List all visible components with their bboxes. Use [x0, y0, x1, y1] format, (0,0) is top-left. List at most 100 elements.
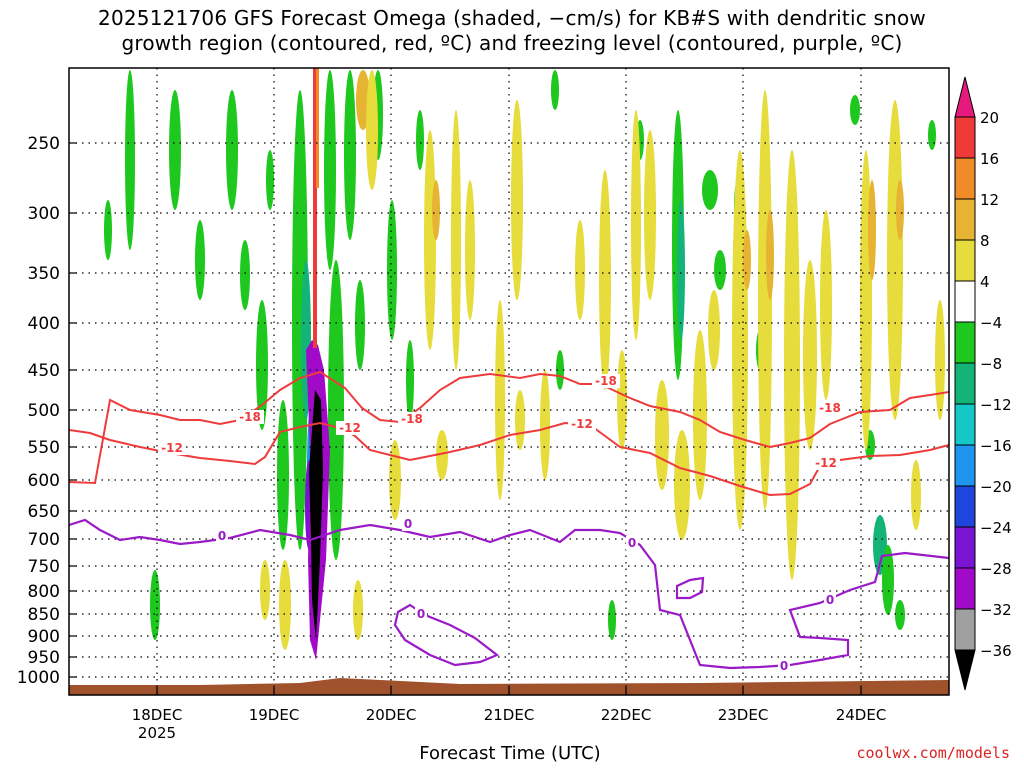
omega-blob-69 — [935, 300, 945, 420]
omega-time-height-chart: -18 -18 -18 -18 -12 -12 -12 -12 0 0 0 0 0 0 250 300 350… — [17, 67, 1012, 742]
contour-label-4: -12 — [161, 441, 183, 455]
omega-blob-72 — [260, 560, 270, 620]
colorbar-cell-4 — [954, 280, 976, 323]
omega-blob-19 — [387, 200, 397, 340]
x-tick-label-5: 23DEC — [718, 706, 769, 724]
colorbar-cell-2 — [954, 198, 976, 241]
x-tick-label-1: 19DEC — [249, 706, 300, 724]
omega-blob-0 — [125, 70, 135, 250]
y-tick-label-250: 250 — [28, 134, 60, 154]
x-tick-label-3: 21DEC — [484, 706, 535, 724]
freezing-contour-main — [69, 518, 949, 670]
omega-blob-67 — [896, 180, 904, 240]
colorbar-cell-10 — [954, 526, 976, 569]
contour-label-5: -12 — [339, 421, 361, 435]
colorbar-label-3: 8 — [980, 232, 990, 250]
omega-blob-33 — [850, 95, 860, 125]
colorbar-cell-12 — [954, 608, 976, 651]
omega-blob-22 — [551, 70, 559, 110]
colorbar-label-5: −4 — [980, 314, 1002, 332]
colorbar-label-12: −32 — [980, 601, 1012, 619]
omega-blob-61 — [784, 150, 800, 580]
contour-label-0: -18 — [239, 410, 261, 424]
omega-blob-40 — [366, 70, 378, 190]
colorbar-label-4: 4 — [980, 273, 990, 291]
colorbar-cell-1 — [954, 157, 976, 200]
omega-blob-63 — [820, 210, 832, 400]
grid-layer — [69, 68, 949, 695]
omega-blob-37 — [895, 600, 905, 630]
y-tick-label-400: 400 — [28, 314, 60, 334]
x-tick-label-2: 20DEC — [366, 706, 417, 724]
contour-label-11: 0 — [417, 607, 425, 621]
omega-blob-48 — [575, 220, 585, 320]
colorbar-label-1: 16 — [980, 150, 999, 168]
colorbar-label-13: −36 — [980, 642, 1012, 660]
contour-label-12: 0 — [780, 659, 788, 673]
omega-blob-3 — [169, 90, 181, 210]
omega-blob-62 — [803, 260, 817, 450]
colorbar-cell-11 — [954, 567, 976, 610]
contour-label-3: -18 — [819, 401, 841, 415]
colorbar-cell-5 — [954, 321, 976, 364]
omega-blob-47 — [540, 370, 550, 480]
omega-blob-1 — [104, 200, 112, 260]
colorbar-label-0: 20 — [980, 109, 999, 127]
y-tick-label-550: 550 — [28, 438, 60, 458]
colorbar-label-11: −28 — [980, 560, 1012, 578]
colorbar-label-2: 12 — [980, 191, 999, 209]
omega-blob-74 — [353, 580, 363, 640]
colorbar-top-arrow — [954, 76, 976, 118]
omega-blob-9 — [277, 400, 289, 550]
updraft-top-streak-2 — [316, 68, 319, 188]
omega-blob-41 — [424, 130, 436, 350]
omega-blob-17 — [355, 280, 365, 370]
colorbar-cell-0 — [954, 116, 976, 159]
colorbar-cell-6 — [954, 362, 976, 405]
omega-blob-46 — [511, 100, 523, 300]
colorbar-label-9: −20 — [980, 478, 1012, 496]
contour-label-1: -18 — [401, 412, 423, 426]
omega-blob-68 — [911, 460, 921, 530]
omega-blob-60 — [766, 210, 774, 300]
y-tick-label-650: 650 — [28, 502, 60, 522]
omega-blob-21 — [416, 110, 424, 170]
y-tick-label-1000: 1000 — [17, 668, 60, 688]
omega-blob-14 — [324, 70, 336, 270]
colorbar-cell-9 — [954, 485, 976, 528]
colorbar-cell-3 — [954, 239, 976, 282]
omega-blob-56 — [708, 290, 720, 370]
omega-blob-8 — [266, 150, 274, 210]
omega-blob-65 — [868, 180, 876, 280]
y-tick-label-950: 950 — [28, 648, 60, 668]
omega-blob-4 — [195, 220, 205, 300]
colorbar: 20 16 12 8 4 −4 −8 −12 −16 −20 −24 −28 −32 −36 — [954, 76, 1012, 691]
contour-layer — [69, 370, 949, 670]
contour-label-8: 0 — [218, 529, 226, 543]
omega-shading-layer — [104, 68, 945, 660]
contour-label-6: -12 — [571, 417, 593, 431]
x-axis-label: Forecast Time (UTC) — [419, 743, 601, 764]
contour-label-10: 0 — [628, 536, 636, 550]
omega-blob-24 — [608, 600, 616, 640]
contour-label-7: -12 — [815, 456, 837, 470]
y-tick-label-600: 600 — [28, 471, 60, 491]
omega-blob-42 — [432, 180, 440, 240]
omega-blob-2 — [150, 570, 160, 640]
omega-blob-57 — [732, 150, 748, 530]
x-tick-label-6: 24DEC — [836, 706, 887, 724]
x-tick-label-4: 22DEC — [601, 706, 652, 724]
colorbar-cell-8 — [954, 444, 976, 487]
omega-blob-44 — [465, 180, 475, 320]
omega-blob-66 — [887, 100, 903, 420]
y-tick-label-850: 850 — [28, 605, 60, 625]
x-tick-label-0: 18DEC — [132, 706, 183, 724]
x-tick-sublabel-0: 2025 — [138, 724, 176, 742]
colorbar-label-7: −12 — [980, 396, 1012, 414]
omega-blob-71 — [515, 390, 525, 450]
y-tick-label-700: 700 — [28, 530, 60, 550]
omega-blob-6 — [240, 240, 250, 310]
omega-blob-20 — [406, 340, 414, 420]
contour-label-2: -18 — [595, 374, 617, 388]
omega-blob-29 — [714, 250, 726, 290]
